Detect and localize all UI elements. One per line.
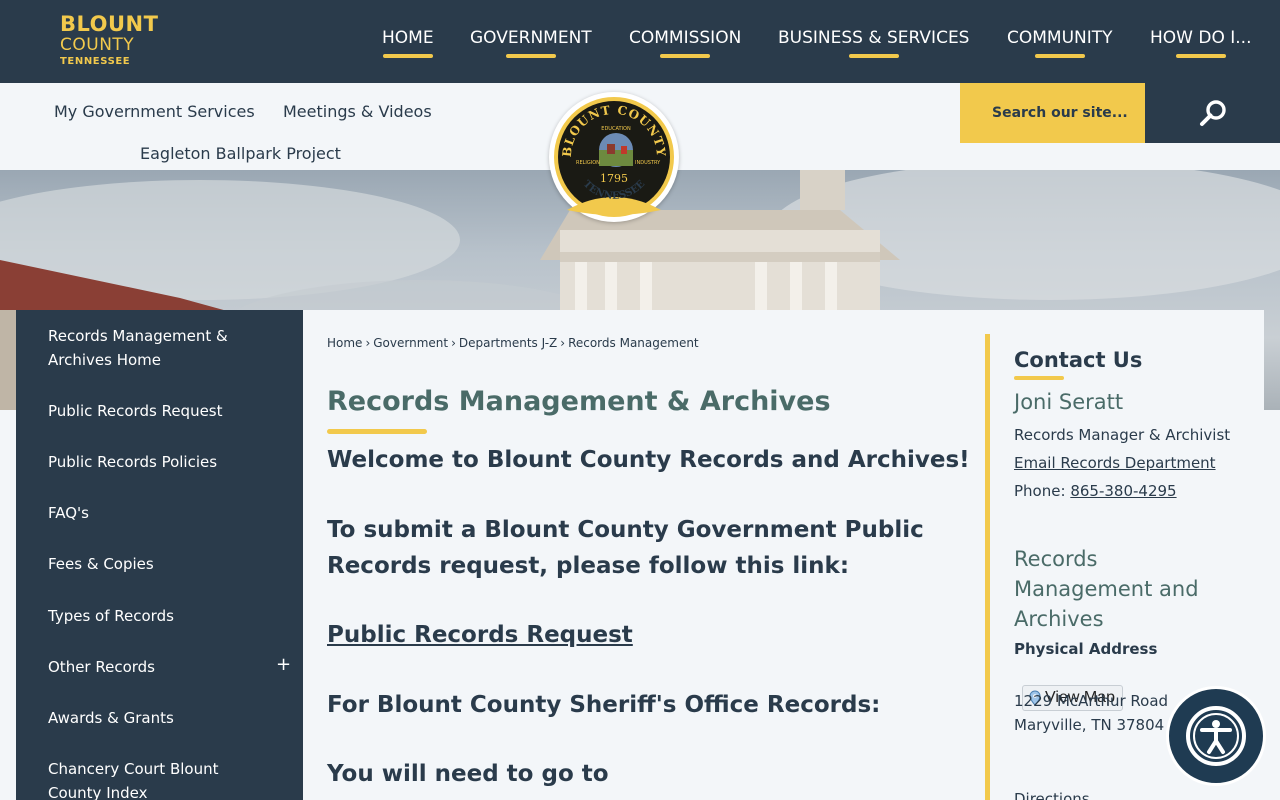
- nav-community[interactable]: COMMUNITY: [1007, 28, 1113, 58]
- go-to-text: You will need to go to: [327, 761, 609, 787]
- nav-underline: [382, 54, 433, 58]
- nav-underline: [505, 54, 556, 58]
- email-records-link[interactable]: Email Records Department: [1014, 454, 1216, 472]
- breadcrumb-separator: ›: [365, 336, 371, 350]
- contact-role: Records Manager & Archivist: [1014, 426, 1231, 444]
- nav-home[interactable]: HOME: [382, 28, 434, 58]
- nav-how-do-i-label: HOW DO I...: [1150, 28, 1252, 48]
- county-seal: BLOUNT COUNTY TENNESSEE EDUCATION RELIGI…: [549, 92, 679, 222]
- contact-name: Joni Seratt: [1014, 390, 1124, 414]
- public-records-request-link[interactable]: Public Records Request: [327, 622, 633, 648]
- phone-label: Phone:: [1014, 482, 1066, 500]
- address-line-1: 1229 McArthur Road: [1014, 692, 1169, 710]
- sheriff-records-text: For Blount County Sheriff's Office Recor…: [327, 692, 881, 718]
- sidebar-item-awards-grants[interactable]: Awards & Grants: [48, 706, 268, 730]
- sidebar-item-public-records-policies[interactable]: Public Records Policies: [48, 450, 268, 474]
- nav-commission-label: COMMISSION: [629, 28, 742, 48]
- title-underline: [327, 429, 427, 434]
- nav-business-services[interactable]: BUSINESS & SERVICES: [778, 28, 970, 58]
- accessibility-icon: [1186, 706, 1246, 766]
- seal-industry: INDUSTRY: [635, 160, 661, 166]
- sidebar-item-public-records-request[interactable]: Public Records Request: [48, 399, 268, 423]
- address-line-2: Maryville, TN 37804: [1014, 716, 1165, 734]
- sidebar-item-other-records[interactable]: Other Records: [48, 655, 268, 679]
- nav-business-label: BUSINESS & SERVICES: [778, 28, 970, 48]
- search-input[interactable]: Search our site...: [960, 83, 1145, 143]
- nav-underline: [1175, 54, 1226, 58]
- submit-instructions: To submit a Blount County Government Pub…: [327, 517, 924, 579]
- department-heading: Records Management and Archives: [1014, 547, 1199, 631]
- sidebar-item-fees-copies[interactable]: Fees & Copies: [48, 552, 268, 576]
- breadcrumb-government[interactable]: Government: [373, 336, 448, 350]
- nav-underline: [848, 54, 899, 58]
- seal-education: EDUCATION: [601, 126, 631, 132]
- contact-underline: [1014, 376, 1064, 380]
- breadcrumb-departments[interactable]: Departments J-Z: [459, 336, 557, 350]
- seal-year: 1795: [600, 172, 628, 185]
- link-my-government-services[interactable]: My Government Services: [54, 102, 255, 121]
- accessibility-button[interactable]: [1166, 686, 1266, 786]
- nav-underline: [1034, 54, 1085, 58]
- sidebar-navigation: Records Management & Archives Home Publi…: [16, 310, 303, 800]
- page-title: Records Management & Archives: [327, 386, 831, 417]
- phone-link[interactable]: 865-380-4295: [1070, 482, 1176, 500]
- sidebar-item-chancery-court-index[interactable]: Chancery Court Blount County Index: [48, 757, 268, 800]
- main-content: Home › Government › Departments J-Z › Records …: [303, 310, 1264, 800]
- directions-label: Directions: [1014, 790, 1090, 800]
- nav-underline: [660, 54, 711, 58]
- sidebar-item-faqs[interactable]: FAQ's: [48, 501, 268, 525]
- nav-how-do-i[interactable]: HOW DO I...: [1150, 28, 1252, 58]
- physical-address-label: Physical Address: [1014, 640, 1158, 658]
- link-eagleton-ballpark[interactable]: Eagleton Ballpark Project: [140, 144, 341, 163]
- nav-home-label: HOME: [382, 28, 434, 48]
- breadcrumb-separator: ›: [451, 336, 456, 350]
- breadcrumb-home[interactable]: Home: [327, 336, 362, 350]
- link-meetings-videos[interactable]: Meetings & Videos: [283, 102, 432, 121]
- breadcrumb-separator: ›: [560, 336, 566, 350]
- welcome-text: Welcome to Blount County Records and Arc…: [327, 447, 970, 473]
- contact-heading: Contact Us: [1014, 348, 1143, 372]
- search-icon: [1199, 100, 1226, 126]
- seal-religion: RELIGION: [576, 160, 600, 166]
- sidebar-item-records-home[interactable]: Records Management & Archives Home: [48, 324, 268, 372]
- nav-commission[interactable]: COMMISSION: [629, 28, 742, 58]
- nav-community-label: COMMUNITY: [1007, 28, 1113, 48]
- breadcrumb-current: Records Management: [568, 336, 699, 350]
- expand-other-records-button[interactable]: +: [276, 654, 291, 675]
- site-header: BLOUNT COUNTY TENNESSEE HOME GOVERNMENT …: [0, 0, 1280, 83]
- sidebar-item-types-of-records[interactable]: Types of Records: [48, 604, 268, 628]
- main-navigation: HOME GOVERNMENT COMMISSION BUSINESS & SE…: [0, 0, 1280, 83]
- nav-government[interactable]: GOVERNMENT: [470, 28, 592, 58]
- breadcrumb: Home › Government › Departments J-Z › Records …: [327, 336, 699, 350]
- nav-government-label: GOVERNMENT: [470, 28, 592, 48]
- search-button[interactable]: [1145, 83, 1280, 143]
